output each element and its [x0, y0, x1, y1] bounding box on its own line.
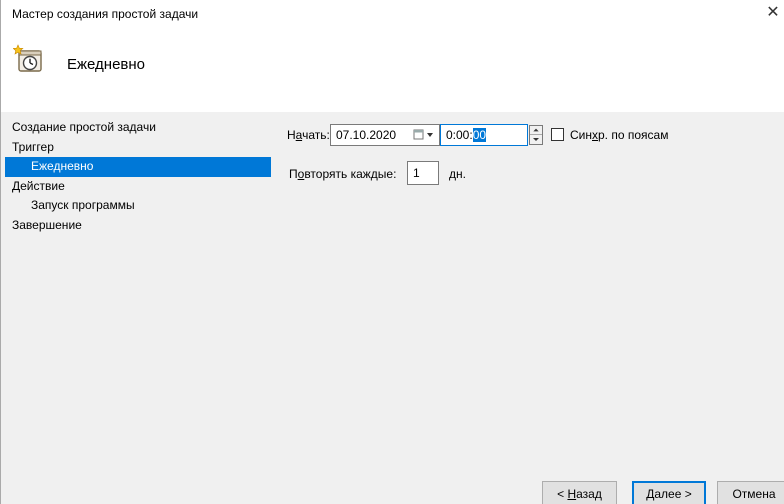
back-button-prefix: < [557, 487, 568, 501]
repeat-days-input[interactable]: 1 [407, 161, 439, 185]
back-button[interactable]: < Назад [542, 481, 617, 504]
step-item[interactable]: Завершение [5, 216, 271, 236]
start-date-picker[interactable]: 07.10.2020 [330, 124, 440, 146]
start-time-value: 0:00:00 [446, 128, 487, 142]
step-list: Создание простой задачи Триггер Ежедневно Д… [5, 118, 271, 235]
back-button-label: азад [576, 487, 602, 501]
wizard-header: Ежедневно [1, 28, 784, 112]
page-heading: Ежедневно [67, 56, 146, 73]
time-spinner[interactable] [529, 125, 543, 145]
repeat-label: Повторять каждые: [289, 167, 396, 181]
sync-label-text: Син [570, 128, 592, 142]
start-time-field[interactable]: 0:00:00 [440, 124, 528, 146]
window-title: Мастер создания простой задачи [12, 7, 199, 21]
spin-up-icon[interactable] [530, 126, 542, 135]
start-row: Начать: 07.10.2020 0:00:00 Синхр. по поя… [287, 124, 767, 146]
step-item[interactable]: Действие [5, 177, 271, 197]
start-time-selected-seconds: 00 [472, 128, 487, 142]
close-icon[interactable]: ✕ [761, 2, 784, 26]
sync-timezones-checkbox[interactable] [551, 128, 564, 141]
repeat-row: Повторять каждые: 1 дн. [287, 161, 587, 185]
sync-label-text-rest: р. по поясам [598, 128, 669, 142]
repeat-label-text-rest: вторять каждые: [304, 167, 397, 181]
step-item[interactable]: Ежедневно [5, 157, 271, 177]
next-button-label: алее > [654, 487, 692, 501]
step-item[interactable]: Создание простой задачи [5, 118, 271, 138]
repeat-days-value: 1 [413, 166, 420, 180]
start-date-value: 07.10.2020 [336, 128, 397, 142]
step-item[interactable]: Запуск программы [5, 196, 271, 216]
start-label: Начать: [287, 128, 330, 142]
task-clock-icon [13, 44, 42, 72]
cancel-button[interactable]: Отмена [717, 481, 784, 504]
next-button[interactable]: Далее > [632, 481, 706, 504]
start-label-text: Н [287, 128, 296, 142]
repeat-label-text: П [289, 167, 298, 181]
repeat-unit-label: дн. [449, 167, 466, 181]
start-label-text-rest: чать: [302, 128, 330, 142]
title-bar: Мастер создания простой задачи ✕ [1, 0, 784, 28]
calendar-dropdown-icon[interactable] [413, 128, 435, 142]
back-button-accel: Н [567, 487, 577, 501]
step-item[interactable]: Триггер [5, 138, 271, 158]
spin-down-icon[interactable] [530, 135, 542, 144]
sync-timezones-label[interactable]: Синхр. по поясам [570, 128, 668, 142]
trigger-settings: Начать: 07.10.2020 0:00:00 Синхр. по поя… [287, 112, 784, 504]
start-time-text: 0:00: [446, 128, 473, 142]
wizard-body: Создание простой задачи Триггер Ежедневно Д… [1, 112, 784, 504]
wizard-window: Мастер создания простой задачи ✕ Ежеднев… [0, 0, 784, 504]
